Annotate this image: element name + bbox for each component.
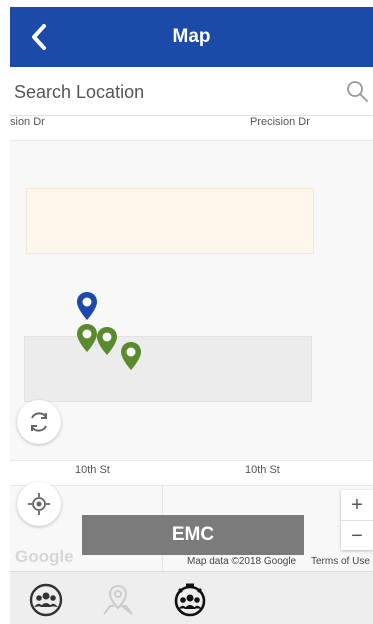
terms-of-use-link[interactable]: Terms of Use [311,556,370,567]
emc-button[interactable]: EMC [82,515,304,555]
road-label: 10th St [75,464,110,476]
zoom-in-button[interactable]: + [341,490,373,521]
map-pin-icon[interactable] [120,341,142,371]
zoom-out-button[interactable]: − [341,521,373,551]
map-attribution: Map data ©2018 Google [187,556,297,567]
my-location-button[interactable] [17,482,61,526]
map-building [24,336,312,402]
app-frame: Map sion Dr Precision Dr 10th St 10th St [10,7,373,624]
map-pin-icon[interactable] [96,326,118,356]
page-title: Map [172,26,211,47]
road-label: 10th St [245,464,280,476]
map-building [26,188,314,254]
header-bar: Map [10,7,373,67]
tab-map[interactable] [100,582,136,618]
map-pin-icon[interactable] [76,323,98,353]
google-logo: Google [15,547,74,566]
map-pin-icon [103,584,133,615]
map-road-bottom [10,460,373,486]
search-bar [10,67,373,116]
search-icon[interactable] [345,79,369,103]
my-location-icon [28,493,50,515]
search-input[interactable] [12,75,336,109]
tab-emergency[interactable] [172,582,208,618]
tab-groups[interactable] [28,582,64,618]
refresh-icon [31,412,47,432]
zoom-control: + − [341,490,373,550]
map-pin-icon[interactable] [76,291,98,321]
map-view[interactable]: sion Dr Precision Dr 10th St 10th St [10,116,373,571]
road-label: sion Dr [10,116,45,128]
road-label: Precision Dr [250,116,310,128]
group-icon [29,583,63,617]
bottom-tab-bar [10,571,373,624]
map-road-top [10,116,373,141]
refresh-button[interactable] [17,400,61,444]
alarm-group-icon [174,583,206,617]
